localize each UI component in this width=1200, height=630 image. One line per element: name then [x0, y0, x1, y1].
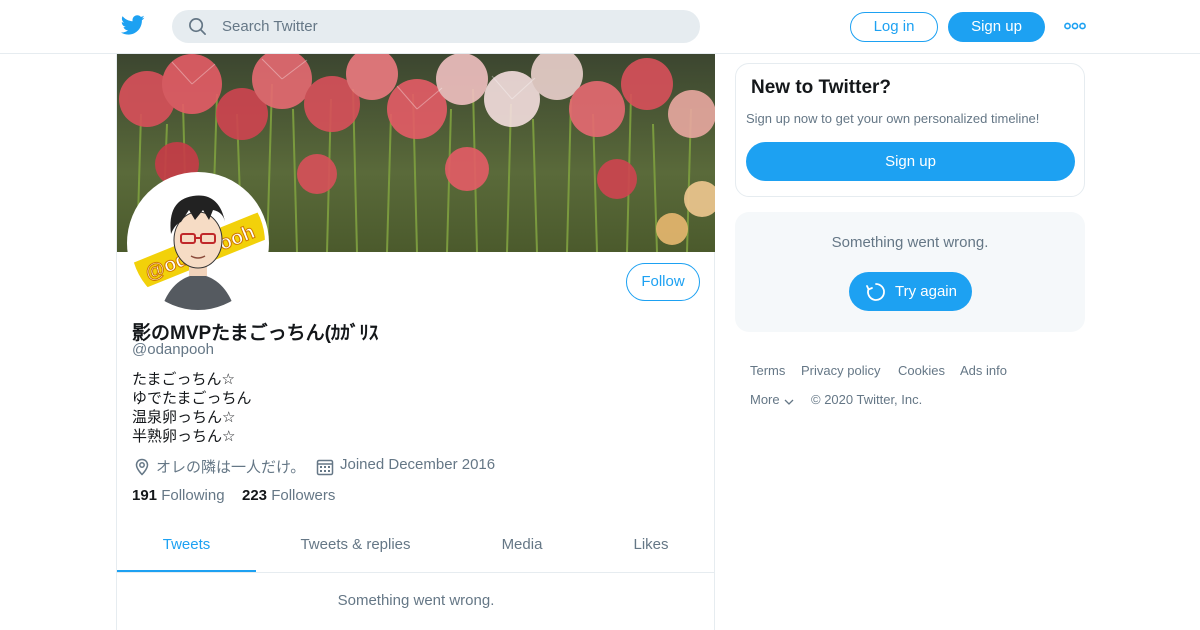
profile-tabs: Tweets Tweets & replies Media Likes [117, 523, 715, 573]
followers-count: 223 [242, 487, 268, 504]
search-box[interactable] [172, 10, 700, 43]
tab-media[interactable]: Media [477, 523, 567, 572]
footer-link-cookies[interactable]: Cookies [898, 363, 945, 378]
bio-line: 半熟卵っちん☆ [132, 428, 236, 445]
footer-copyright: © 2020 Twitter, Inc. [811, 392, 923, 407]
profile-location: オレの隣は一人だけ。 [132, 456, 307, 476]
footer-more-menu[interactable]: More [750, 392, 795, 407]
joined-text: Joined December 2016 [340, 456, 496, 473]
refresh-icon [866, 283, 885, 301]
calendar-icon [316, 459, 334, 476]
top-navigation-bar: Log in Sign up [0, 0, 1200, 54]
profile-bio: たまごっちん☆ ゆでたまごっちん 温泉卵っちん☆ 半熟卵っちん☆ [132, 370, 252, 446]
following-label: Following [161, 487, 225, 504]
followers-stat[interactable]: 223 Followers [242, 487, 335, 504]
following-count: 191 [132, 487, 158, 504]
sidebar-error-card: Something went wrong. Try again [735, 212, 1085, 332]
chevron-down-icon [784, 399, 794, 405]
try-again-label: Try again [895, 283, 957, 300]
footer-link-privacy-policy[interactable]: Privacy policy [801, 363, 880, 378]
tab-tweets[interactable]: Tweets [117, 523, 256, 572]
location-pin-icon [135, 458, 149, 476]
timeline-error-message: Something went wrong. [337, 592, 495, 609]
following-stat[interactable]: 191 Following [132, 487, 225, 504]
footer-more-label: More [750, 392, 780, 407]
card-subtitle: Sign up now to get your own personalized… [746, 111, 1040, 126]
followers-label: Followers [271, 487, 336, 504]
twitter-bird-icon[interactable] [120, 13, 146, 37]
search-input[interactable] [222, 10, 682, 43]
profile-column: @odanpooh Follow 影のMVPたまごっちん(ｶｶﾞﾘｽ @odan… [116, 54, 715, 630]
search-icon [189, 18, 206, 35]
tab-tweets-and-replies[interactable]: Tweets & replies [277, 523, 434, 572]
follow-button[interactable]: Follow [626, 263, 700, 301]
tab-likes[interactable]: Likes [611, 523, 691, 572]
profile-joined: Joined December 2016 [316, 456, 516, 476]
try-again-button[interactable]: Try again [849, 272, 972, 311]
new-to-twitter-card: New to Twitter? Sign up now to get your … [735, 63, 1085, 197]
bio-line: たまごっちん☆ [132, 371, 235, 388]
log-in-button[interactable]: Log in [850, 12, 938, 42]
footer-link-ads-info[interactable]: Ads info [960, 363, 1007, 378]
sidebar-sign-up-button[interactable]: Sign up [746, 142, 1075, 181]
location-text: オレの隣は一人だけ。 [156, 459, 306, 476]
card-title: New to Twitter? [751, 77, 892, 98]
sidebar-error-message: Something went wrong. [831, 234, 989, 251]
profile-avatar[interactable]: @odanpooh [127, 172, 269, 314]
bio-line: ゆでたまごっちん [132, 390, 252, 407]
footer-link-terms[interactable]: Terms [750, 363, 785, 378]
bio-line: 温泉卵っちん☆ [132, 409, 236, 426]
more-dots-icon[interactable] [1064, 21, 1086, 31]
sign-up-button[interactable]: Sign up [948, 12, 1045, 42]
profile-handle[interactable]: @odanpooh [132, 341, 214, 358]
